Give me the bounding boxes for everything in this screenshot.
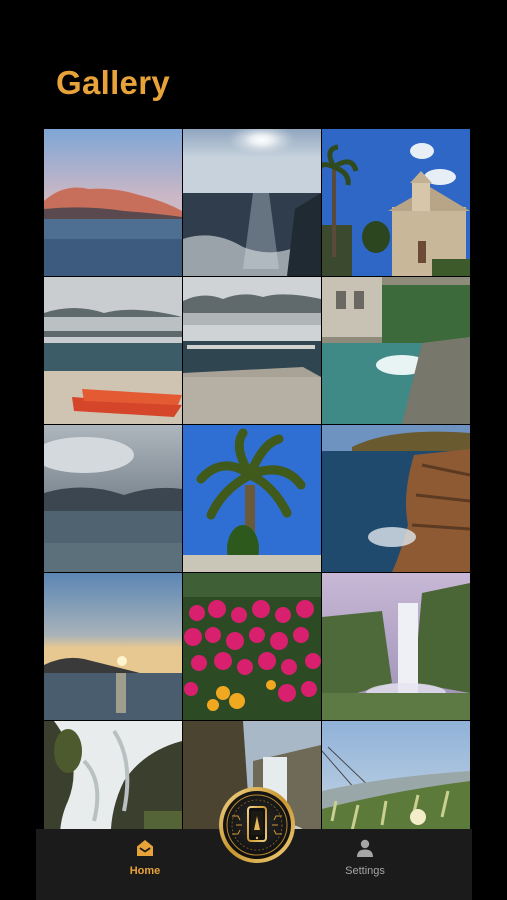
photo-tile[interactable] [183, 573, 321, 720]
cloudy-bay-photo [44, 425, 182, 572]
phone-badge-icon [219, 787, 295, 863]
person-icon [357, 839, 373, 857]
photo-tile[interactable] [183, 425, 321, 572]
pink-flowers-photo [183, 573, 321, 720]
canal-water-photo [322, 277, 470, 424]
sunset-sea-photo [44, 573, 182, 720]
church-palm-photo [322, 129, 470, 276]
photo-tile[interactable] [183, 277, 321, 424]
tab-home-label: Home [129, 865, 161, 877]
photo-tile[interactable] [322, 129, 470, 276]
tab-settings[interactable]: Settings [325, 837, 405, 889]
photo-tile[interactable] [322, 277, 470, 424]
palm-tree-photo [183, 425, 321, 572]
photo-tile[interactable] [322, 425, 470, 572]
photo-tile[interactable] [322, 573, 470, 720]
rocky-cliff-photo [322, 425, 470, 572]
photo-tile[interactable] [44, 129, 182, 276]
kayaks-bay-photo [44, 277, 182, 424]
coastal-sunset-photo [44, 129, 182, 276]
tab-settings-label: Settings [345, 865, 385, 877]
waterfall-photo [322, 573, 470, 720]
photo-tile[interactable] [183, 129, 321, 276]
photo-tile[interactable] [44, 277, 182, 424]
sun-over-sea-photo [183, 129, 321, 276]
tab-home[interactable]: Home [105, 837, 185, 889]
page-title: Gallery [56, 64, 171, 101]
photo-tile[interactable] [44, 425, 182, 572]
gallery-screen: Gallery Home Settings [0, 0, 507, 900]
home-icon [137, 840, 153, 856]
center-action-button[interactable] [218, 786, 296, 864]
photo-grid [44, 129, 470, 868]
photo-tile[interactable] [44, 573, 182, 720]
harbor-pier-photo [183, 277, 321, 424]
